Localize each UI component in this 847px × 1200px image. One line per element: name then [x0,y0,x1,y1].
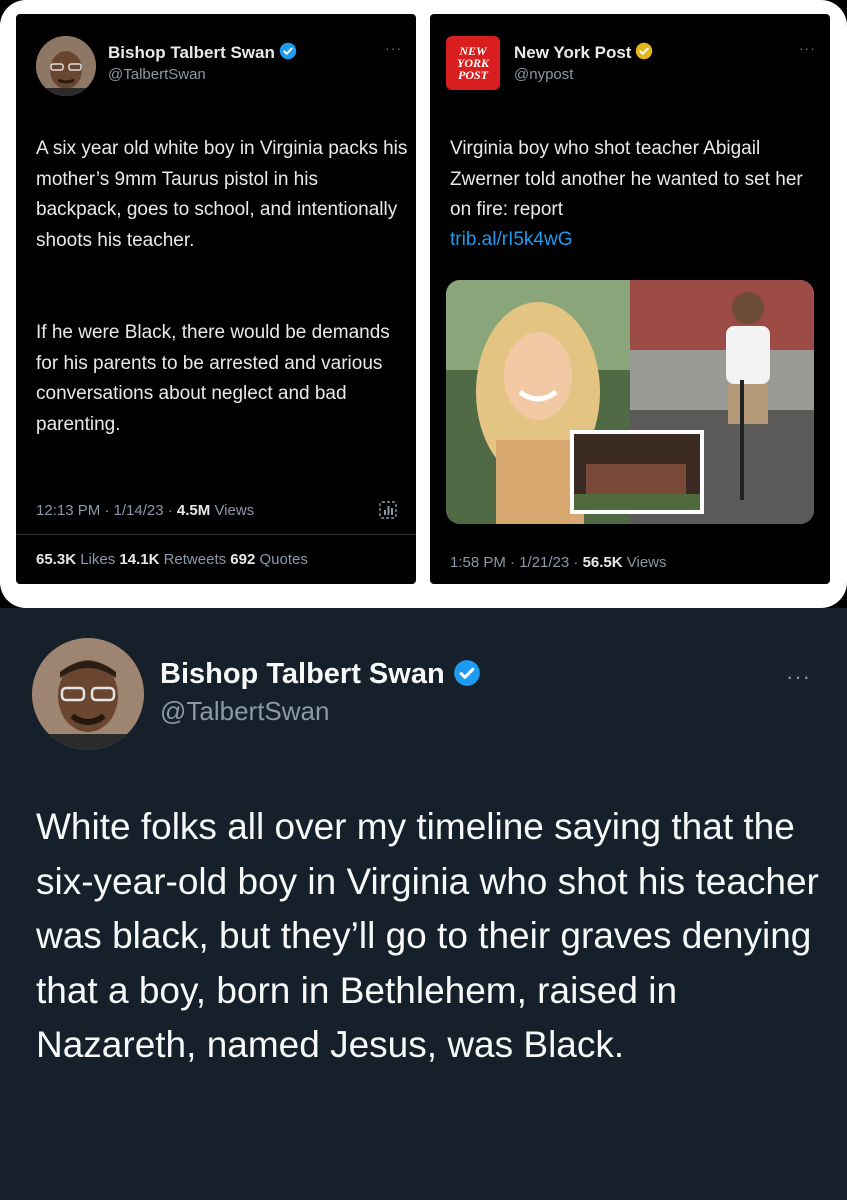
avatar[interactable]: NEW YORK POST [446,36,500,90]
more-options-icon[interactable]: ··· [385,40,402,56]
tweet-text: Virginia boy who shot teacher Abigail Zw… [450,138,803,220]
avatar[interactable] [36,36,96,96]
author-name[interactable]: Bishop Talbert Swan [108,42,297,63]
divider [16,534,416,535]
author-name[interactable]: Bishop Talbert Swan [160,658,481,691]
engagement-stats[interactable]: 65.3K Likes 14.1K Retweets 692 Quotes [36,551,308,568]
more-options-icon[interactable]: ··· [799,40,816,56]
left-tweet[interactable]: Bishop Talbert Swan @TalbertSwan ··· A s… [16,14,416,584]
avatar[interactable] [32,638,144,750]
tweet-text-paragraph-1: A six year old white boy in Virginia pac… [36,138,408,251]
tweet-text-paragraph-2: If he were Black, there would be demands… [36,322,390,435]
tweet-media-image[interactable] [446,280,814,524]
top-screenshot-frame: Bishop Talbert Swan @TalbertSwan ··· A s… [0,0,847,608]
right-tweet[interactable]: NEW YORK POST New York Post @nypost ··· … [430,14,830,584]
tweet-link[interactable]: trib.al/rI5k4wG [450,225,822,256]
tweet-timestamp: 12:13 PM · 1/14/23 · 4.5M Views [36,502,255,519]
tweet-text: White folks all over my timeline saying … [36,806,819,1065]
more-options-icon[interactable]: ··· [786,664,811,690]
analytics-icon[interactable] [378,500,398,520]
tweet-timestamp: 1:58 PM · 1/21/23 · 56.5K Views [450,554,667,571]
author-handle[interactable]: @TalbertSwan [160,696,329,727]
bottom-tweet[interactable]: Bishop Talbert Swan @TalbertSwan ··· Whi… [0,608,847,1200]
verified-badge-icon [453,660,480,686]
verified-badge-icon [279,42,297,60]
author-handle[interactable]: @TalbertSwan [108,66,206,83]
verified-badge-icon [636,42,653,60]
author-name[interactable]: New York Post [514,42,653,63]
author-handle[interactable]: @nypost [514,66,573,83]
